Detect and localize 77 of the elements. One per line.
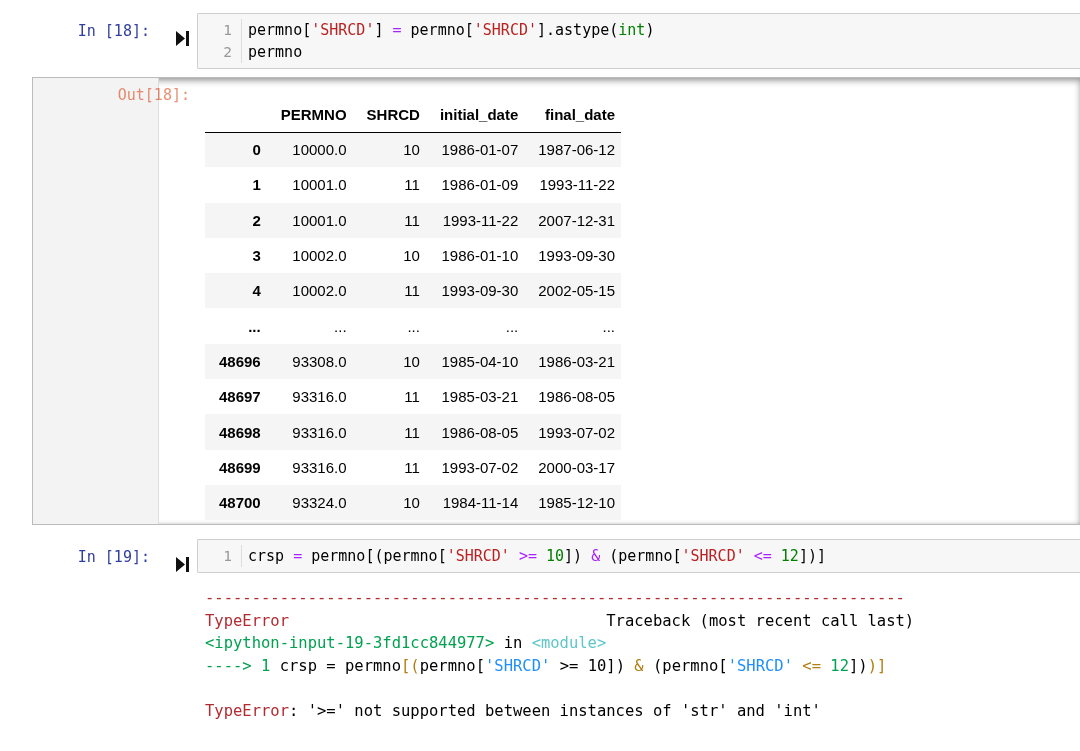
traceback-line: <ipython-input-19-3fd1cc844977> in <module> [205,633,608,654]
row-index: 48696 [205,343,267,380]
code-editor[interactable]: 1 2 permno['SHRCD'] = permno['SHRCD'].astype(int) permno [197,13,1080,69]
table-cell: 1987-06-12 [524,132,621,168]
table-cell: 10001.0 [266,167,353,203]
table-cell: 10002.0 [266,237,353,274]
row-index: 48698 [205,414,267,450]
table-cell: 1986-08-05 [425,414,525,450]
row-index: 48697 [205,379,267,415]
table-cell: 93316.0 [266,379,353,415]
code-line: crsp = permno[(permno['SHRCD' >= 10]) & (permno['SHRCD' <= 12])] [248,546,826,567]
table-cell: 1986-03-21 [524,343,621,380]
table-cell: 1993-07-02 [524,414,621,450]
table-cell: 1993-11-22 [425,202,525,238]
row-index: 48700 [205,484,267,521]
table-cell: 11 [352,379,426,415]
table-cell: 93316.0 [266,414,353,450]
row-index: 4 [205,273,267,309]
output-prompt: Out[18]: [117,86,190,104]
table-cell: 1993-11-22 [524,167,621,203]
line-number: 2 [222,43,233,62]
table-cell: ... [524,308,621,344]
traceback-line: TypeError: '>=' not supported between instances of 'str' and 'int' [205,700,822,722]
table-cell: 93316.0 [266,449,353,485]
table-cell: 10 [352,132,426,168]
table-cell: 1986-01-07 [425,132,525,168]
table-cell: ... [425,308,525,344]
table-cell: 1993-09-30 [425,273,525,309]
table-cell: 10 [352,484,426,521]
table-cell: 10 [352,343,426,380]
table-cell: 2002-05-15 [524,273,621,309]
table-cell: 1985-04-10 [425,343,525,380]
traceback-line: ----> 1 crsp = permno[(permno['SHRCD' >= 10]) & (permno['SHRCD' <= 12]))] [205,655,888,677]
table-cell: 11 [352,273,426,309]
table-cell: 1993-09-30 [524,237,621,274]
run-icon[interactable] [176,557,189,572]
code-line: permno['SHRCD'] = permno['SHRCD'].astype(int) [248,20,655,41]
row-index: ... [205,308,267,344]
table-cell: 11 [352,167,426,203]
table-cell: 93324.0 [266,484,353,521]
table-cell: 10000.0 [266,132,353,168]
input-prompt: In [18]: [76,21,151,40]
table-cell: 1986-08-05 [524,379,621,415]
column-header: SHRCD [352,98,426,132]
table-cell: 1986-01-10 [425,237,525,274]
table-cell: 1985-03-21 [425,379,525,415]
row-index: 0 [205,132,267,168]
column-header: initial_date [425,98,525,132]
code-line: permno [248,42,304,63]
input-prompt: In [19]: [76,547,151,566]
table-cell: 2000-03-17 [524,449,621,485]
table-cell: 10001.0 [266,202,353,238]
table-cell: 93308.0 [266,343,353,380]
row-index: 48699 [205,449,267,485]
table-cell: 11 [352,202,426,238]
table-cell: 10 [352,237,426,274]
column-header: final_date [524,98,621,132]
row-index: 1 [205,167,267,203]
table-cell: 11 [352,414,426,450]
table-cell: 1993-07-02 [425,449,525,485]
row-index: 2 [205,202,267,238]
table-cell: 10002.0 [266,273,353,309]
traceback-line: TypeError Traceback (most recent call last) [205,610,915,632]
column-header: PERMNO [266,98,353,132]
code-editor[interactable]: 1 crsp = permno[(permno['SHRCD' >= 10]) & (permno['SHRCD' <= 12])] [197,539,1080,573]
table-cell: 1985-12-10 [524,484,621,521]
table-cell: 1986-01-09 [425,167,525,203]
table-cell: 2007-12-31 [524,202,621,238]
table-cell: ... [352,308,426,344]
line-number: 1 [222,547,233,566]
separator-line: --------------------------------------------------------------------------- [205,588,906,609]
table-cell: ... [266,308,353,344]
line-number: 1 [222,21,233,40]
row-index: 3 [205,237,267,274]
run-icon[interactable] [176,31,189,46]
table-cell: 11 [352,449,426,485]
table-cell: 1984-11-14 [425,484,525,521]
